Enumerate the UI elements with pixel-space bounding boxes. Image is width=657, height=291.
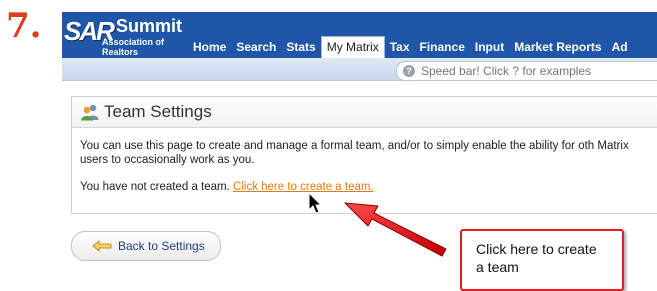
panel-header: Team Settings bbox=[72, 97, 657, 128]
callout-text: Click here to create a team bbox=[476, 241, 597, 275]
help-question-icon[interactable]: ? bbox=[403, 65, 415, 77]
speed-bar-input[interactable] bbox=[419, 63, 643, 79]
back-arrow-icon bbox=[92, 240, 112, 252]
nav-item-tax[interactable]: Tax bbox=[385, 36, 415, 58]
nav-item-input[interactable]: Input bbox=[470, 36, 509, 58]
nav-item-finance[interactable]: Finance bbox=[415, 36, 470, 58]
team-people-icon bbox=[81, 104, 99, 121]
nav-item-market-reports[interactable]: Market Reports bbox=[509, 36, 606, 58]
team-status-text: You have not created a team. bbox=[80, 181, 230, 193]
back-to-settings-button[interactable]: Back to Settings bbox=[71, 231, 221, 261]
team-status-line: You have not created a team. Click here … bbox=[80, 180, 657, 194]
logo-name: Summit bbox=[116, 16, 183, 36]
team-settings-panel: Team Settings You can use this page to c… bbox=[71, 96, 657, 214]
nav-item-ad[interactable]: Ad bbox=[607, 36, 633, 58]
page-title: Team Settings bbox=[104, 102, 212, 121]
team-description: You can use this page to create and mana… bbox=[80, 140, 629, 166]
nav-item-my-matrix[interactable]: My Matrix bbox=[320, 36, 385, 58]
logo-subtitle: Association of Realtors bbox=[102, 37, 165, 57]
create-team-link[interactable]: Click here to create a team. bbox=[233, 181, 374, 193]
panel-body: You can use this page to create and mana… bbox=[72, 128, 657, 194]
back-button-label: Back to Settings bbox=[118, 239, 205, 253]
speed-bar: ? bbox=[396, 61, 657, 81]
nav-item-stats[interactable]: Stats bbox=[281, 36, 320, 58]
summit-logo[interactable]: SAR Summit Association of Realtors bbox=[64, 14, 186, 57]
annotation-callout: Click here to create a team bbox=[460, 229, 624, 291]
nav-item-search[interactable]: Search bbox=[231, 36, 281, 58]
main-nav: Home Search Stats My Matrix Tax Finance … bbox=[188, 36, 633, 58]
nav-item-home[interactable]: Home bbox=[188, 36, 231, 58]
step-number: 7. bbox=[6, 6, 42, 46]
